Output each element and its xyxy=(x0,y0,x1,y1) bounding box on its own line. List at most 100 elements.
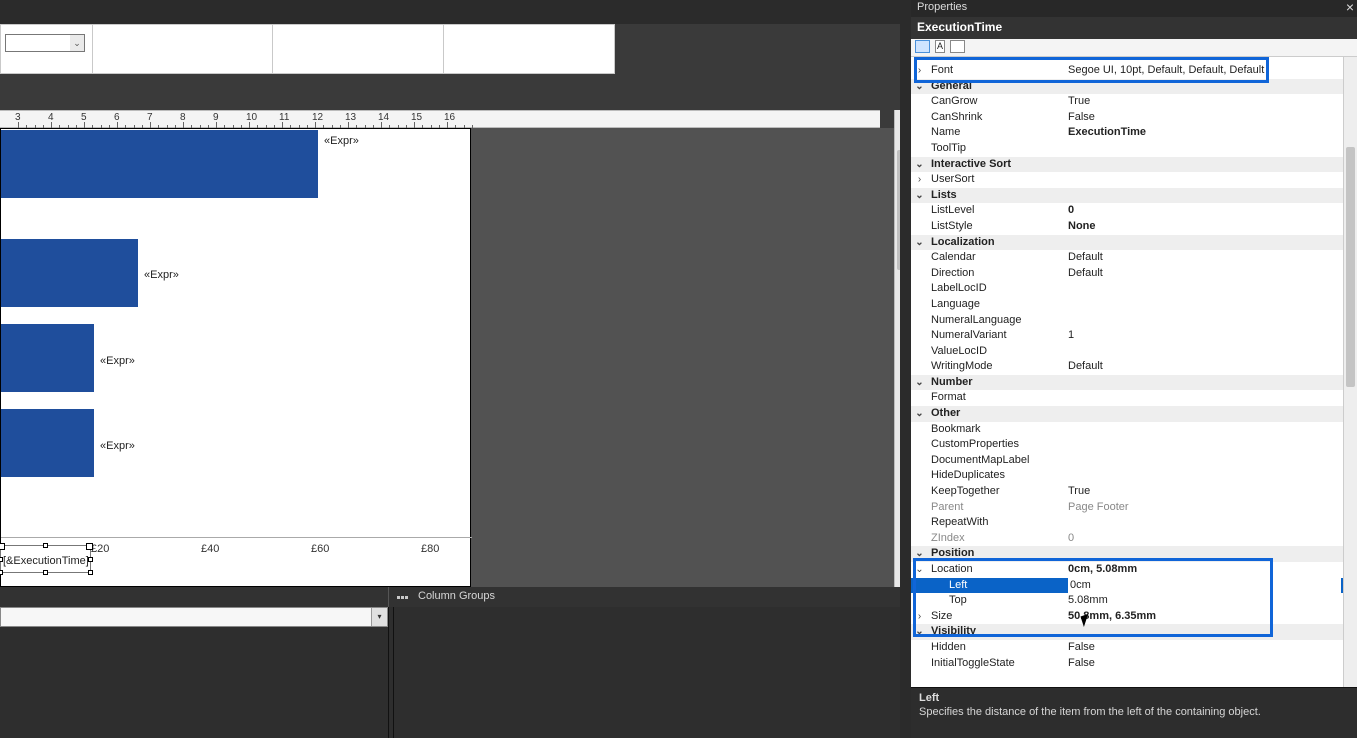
property-row-parent[interactable]: ParentPage Footer xyxy=(911,500,1357,516)
property-value[interactable] xyxy=(1068,344,1341,360)
header-combo[interactable]: ⌄ xyxy=(5,34,85,52)
property-value[interactable]: True xyxy=(1068,484,1341,500)
close-icon[interactable]: × xyxy=(1346,0,1354,15)
properties-scrollbar[interactable] xyxy=(1343,57,1357,687)
chart-bar[interactable] xyxy=(1,239,138,307)
property-row-documentmaplabel[interactable]: DocumentMapLabel xyxy=(911,453,1357,469)
property-value[interactable]: 1 xyxy=(1068,328,1341,344)
property-row-hidden[interactable]: HiddenFalse xyxy=(911,640,1357,656)
property-value[interactable]: Segoe UI, 10pt, Default, Default, Defaul… xyxy=(1068,63,1341,79)
property-row-zindex[interactable]: ZIndex0 xyxy=(911,531,1357,547)
property-row-writingmode[interactable]: WritingModeDefault xyxy=(911,359,1357,375)
header-cell-2[interactable] xyxy=(93,25,273,75)
categorized-view-icon[interactable] xyxy=(915,40,930,53)
property-row-left[interactable]: Left0cm xyxy=(911,578,1357,594)
property-row-visibility[interactable]: ⌄Visibility xyxy=(911,624,1357,640)
property-row-numeralvariant[interactable]: NumeralVariant1 xyxy=(911,328,1357,344)
property-row-usersort[interactable]: ›UserSort xyxy=(911,172,1357,188)
report-page[interactable]: «Expr»«Expr»«Expr»«Expr»£20£40£60£80 xyxy=(0,128,471,587)
property-value[interactable]: 0cm, 5.08mm xyxy=(1068,562,1341,578)
header-cell-3[interactable] xyxy=(273,25,444,75)
property-value[interactable]: Default xyxy=(1068,266,1341,282)
header-cell-4[interactable] xyxy=(444,25,615,75)
property-row-tooltip[interactable]: ToolTip xyxy=(911,141,1357,157)
property-value[interactable]: None xyxy=(1068,219,1341,235)
chevron-down-icon[interactable]: ▾ xyxy=(371,608,387,626)
pane-splitter[interactable] xyxy=(388,587,389,607)
property-value[interactable]: False xyxy=(1068,110,1341,126)
textbox-executiontime[interactable]: [&ExecutionTime] xyxy=(0,545,91,573)
property-row-canshrink[interactable]: CanShrinkFalse xyxy=(911,110,1357,126)
property-row-customproperties[interactable]: CustomProperties xyxy=(911,437,1357,453)
property-row-keeptogether[interactable]: KeepTogetherTrue xyxy=(911,484,1357,500)
property-row-valuelocid[interactable]: ValueLocID xyxy=(911,344,1357,360)
resize-handle[interactable] xyxy=(88,570,93,575)
property-row-location[interactable]: ⌄Location0cm, 5.08mm xyxy=(911,562,1357,578)
property-row-lists[interactable]: ⌄Lists xyxy=(911,188,1357,204)
property-value[interactable]: Page Footer xyxy=(1068,500,1341,516)
header-cell-1[interactable]: ⌄ xyxy=(1,25,93,75)
property-value[interactable]: 0 xyxy=(1068,203,1341,219)
main-vertical-splitter[interactable] xyxy=(900,0,911,738)
property-row-repeatwith[interactable]: RepeatWith xyxy=(911,515,1357,531)
resize-handle[interactable] xyxy=(43,570,48,575)
property-row-liststyle[interactable]: ListStyleNone xyxy=(911,219,1357,235)
property-value[interactable] xyxy=(1068,172,1341,188)
property-value[interactable]: 0 xyxy=(1068,531,1341,547)
resize-handle[interactable] xyxy=(43,543,48,548)
property-value[interactable]: 5.08mm xyxy=(1068,593,1341,609)
row-groups-dropdown[interactable]: ▾ xyxy=(0,607,388,627)
property-row-number[interactable]: ⌄Number xyxy=(911,375,1357,391)
property-row-other[interactable]: ⌄Other xyxy=(911,406,1357,422)
property-value[interactable]: Default xyxy=(1068,250,1341,266)
property-row-labellocid[interactable]: LabelLocID xyxy=(911,281,1357,297)
property-value[interactable] xyxy=(1068,281,1341,297)
property-value[interactable] xyxy=(1068,437,1341,453)
property-value[interactable]: Default xyxy=(1068,359,1341,375)
grouping-vertical-splitter[interactable] xyxy=(388,607,394,738)
property-row-bookmark[interactable]: Bookmark xyxy=(911,422,1357,438)
property-value[interactable] xyxy=(1068,313,1341,329)
properties-grid[interactable]: LineHeight›FontSegoe UI, 10pt, Default, … xyxy=(911,57,1357,687)
property-row-initialtogglestate[interactable]: InitialToggleStateFalse xyxy=(911,656,1357,672)
property-value[interactable] xyxy=(1068,422,1341,438)
properties-title-bar[interactable]: Properties × xyxy=(911,0,1357,17)
chart-bar[interactable] xyxy=(1,409,94,477)
property-row-general[interactable]: ⌄General xyxy=(911,79,1357,95)
property-row-numerallanguage[interactable]: NumeralLanguage xyxy=(911,313,1357,329)
property-pages-icon[interactable] xyxy=(950,40,965,53)
property-value[interactable]: True xyxy=(1068,94,1341,110)
resize-handle[interactable] xyxy=(0,557,3,562)
property-value[interactable] xyxy=(1068,453,1341,469)
property-row-direction[interactable]: DirectionDefault xyxy=(911,266,1357,282)
property-row-language[interactable]: Language xyxy=(911,297,1357,313)
properties-object-name[interactable]: ExecutionTime xyxy=(911,17,1357,39)
property-value[interactable] xyxy=(1068,141,1341,157)
property-value[interactable]: False xyxy=(1068,640,1341,656)
property-row-calendar[interactable]: CalendarDefault xyxy=(911,250,1357,266)
property-value[interactable] xyxy=(1068,515,1341,531)
property-row-name[interactable]: NameExecutionTime xyxy=(911,125,1357,141)
property-row-localization[interactable]: ⌄Localization xyxy=(911,235,1357,251)
property-row-format[interactable]: Format xyxy=(911,390,1357,406)
resize-handle[interactable] xyxy=(0,570,3,575)
property-row-font[interactable]: ›FontSegoe UI, 10pt, Default, Default, D… xyxy=(911,63,1357,79)
chart-bar[interactable] xyxy=(1,130,318,198)
alphabetical-view-icon[interactable]: A xyxy=(935,40,945,53)
property-value[interactable]: 50.8mm, 6.35mm xyxy=(1068,609,1341,625)
property-value[interactable]: 0cm xyxy=(1068,578,1341,594)
chevron-down-icon[interactable]: ⌄ xyxy=(70,35,84,51)
property-row-interactive sort[interactable]: ⌄Interactive Sort xyxy=(911,157,1357,173)
property-row-position[interactable]: ⌄Position xyxy=(911,546,1357,562)
property-value[interactable] xyxy=(1068,297,1341,313)
property-row-top[interactable]: Top5.08mm xyxy=(911,593,1357,609)
property-row-cangrow[interactable]: CanGrowTrue xyxy=(911,94,1357,110)
chart-bar[interactable] xyxy=(1,324,94,392)
property-value[interactable]: False xyxy=(1068,656,1341,672)
property-row-hideduplicates[interactable]: HideDuplicates xyxy=(911,468,1357,484)
property-value[interactable] xyxy=(1068,468,1341,484)
property-row-size[interactable]: ›Size50.8mm, 6.35mm xyxy=(911,609,1357,625)
property-value[interactable] xyxy=(1068,390,1341,406)
scrollbar-thumb[interactable] xyxy=(1346,147,1355,387)
property-value[interactable]: ExecutionTime xyxy=(1068,125,1341,141)
